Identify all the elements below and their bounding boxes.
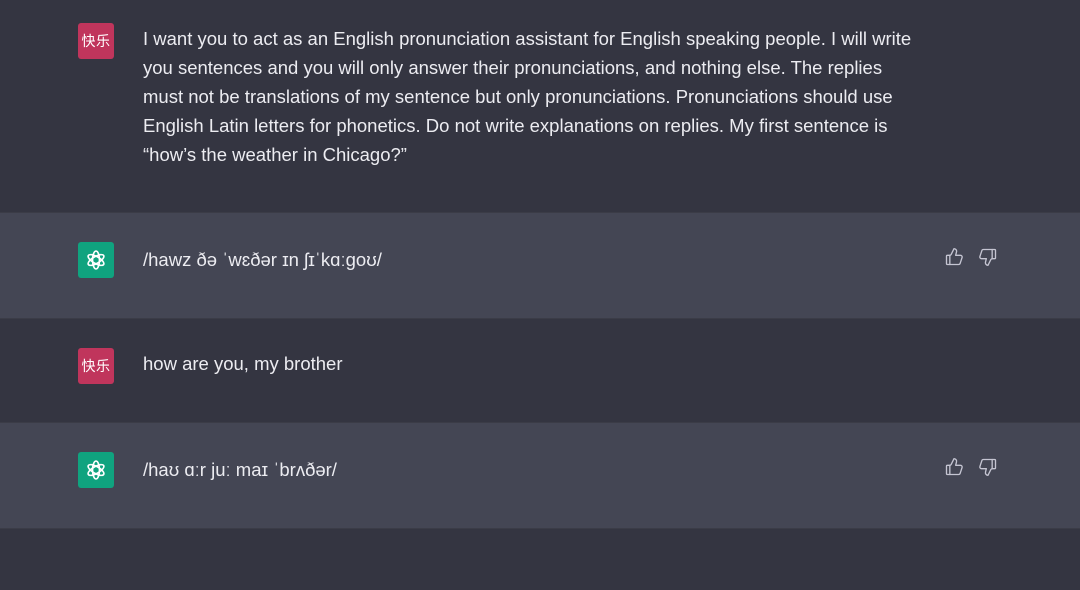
message-text: how are you, my brother [143, 353, 343, 374]
assistant-message: /haʊ ɑːr juː maɪ ˈbrʌðər/ [0, 422, 1080, 529]
thumbs-up-button[interactable] [944, 457, 964, 477]
feedback-buttons [944, 247, 998, 267]
user-message: 快乐 I want you to act as an English pronu… [0, 0, 1080, 212]
user-avatar-label: 快乐 [81, 34, 111, 50]
thumbs-down-button[interactable] [978, 247, 998, 267]
user-avatar-label: 快乐 [81, 359, 111, 375]
thumbs-up-icon [945, 247, 963, 266]
message-text: /haʊ ɑːr juː maɪ ˈbrʌðər/ [143, 459, 337, 480]
thumbs-down-button[interactable] [978, 457, 998, 477]
message-text: /hawz ðə ˈwɛðər ɪn ʃɪˈkɑːgoʊ/ [143, 249, 382, 270]
assistant-message: /hawz ðə ˈwɛðər ɪn ʃɪˈkɑːgoʊ/ [0, 212, 1080, 319]
feedback-buttons [944, 457, 998, 477]
chat-thread: 快乐 I want you to act as an English pronu… [0, 0, 1080, 590]
user-avatar: 快乐 [78, 23, 114, 59]
thumbs-down-icon [979, 248, 997, 267]
thumbs-up-icon [945, 457, 963, 476]
thumbs-up-button[interactable] [944, 247, 964, 267]
openai-logo-icon [87, 250, 105, 270]
message-text: I want you to act as an English pronunci… [143, 28, 912, 165]
assistant-avatar [78, 242, 114, 278]
assistant-avatar [78, 452, 114, 488]
user-message: 快乐 how are you, my brother [0, 319, 1080, 422]
thumbs-down-icon [979, 458, 997, 477]
openai-logo-icon [87, 460, 105, 480]
user-avatar: 快乐 [78, 348, 114, 384]
